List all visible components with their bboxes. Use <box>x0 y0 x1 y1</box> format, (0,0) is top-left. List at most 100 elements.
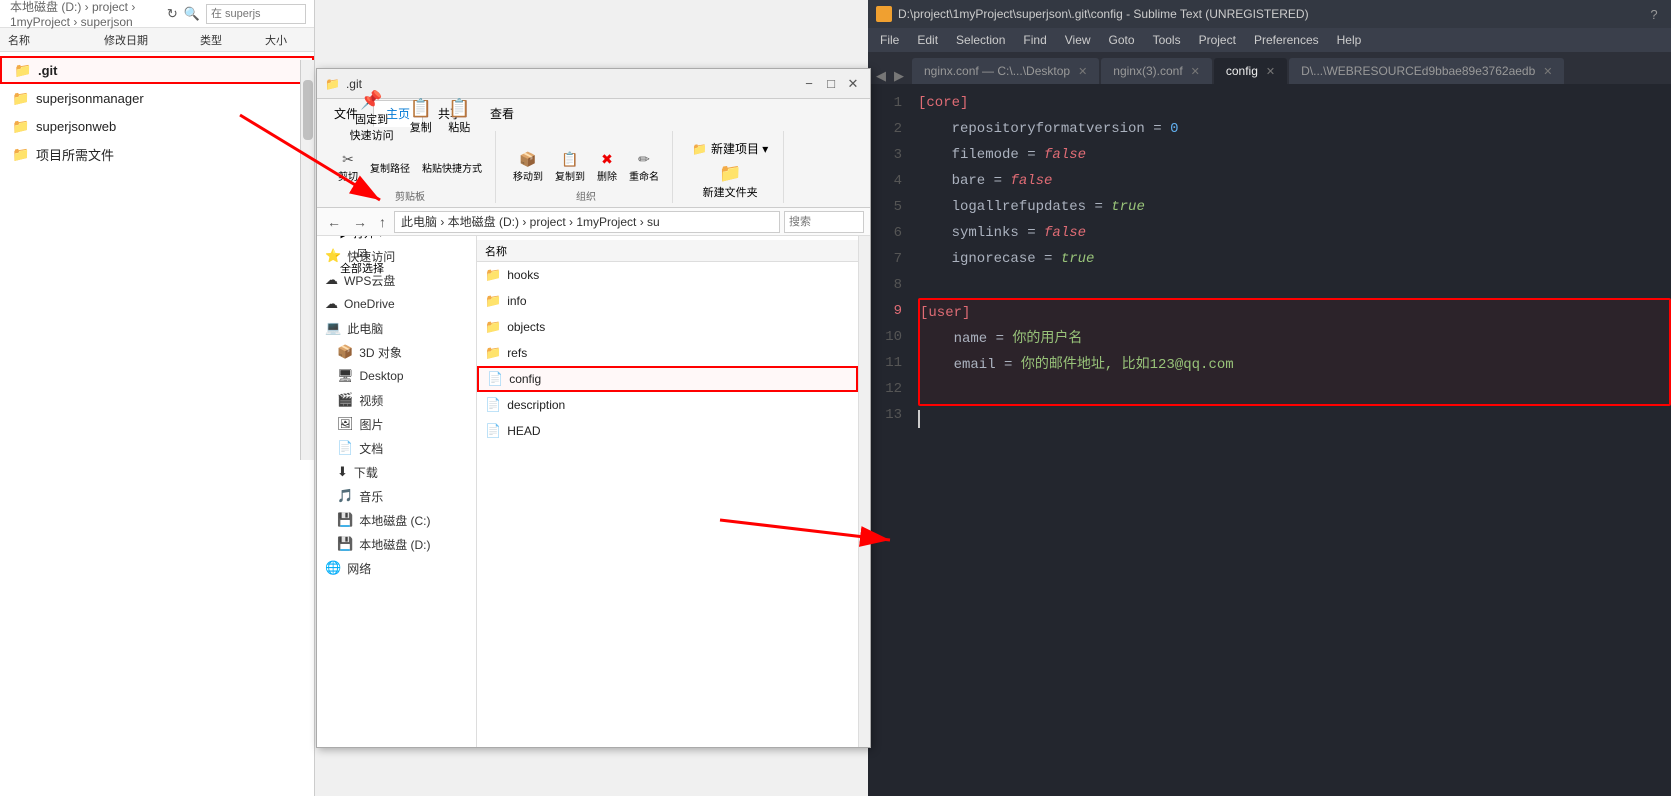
pasteshortcut-button[interactable]: 粘贴快捷方式 <box>417 157 487 178</box>
exp-file-item-head[interactable]: 📄 HEAD <box>477 418 858 444</box>
copyto-label: 复制到 <box>555 168 585 183</box>
bracket: ] <box>962 300 970 326</box>
menu-project[interactable]: Project <box>1191 31 1244 49</box>
editor-content[interactable]: [core] repositoryformatversion = 0 filem… <box>910 84 1671 796</box>
paste-icon: 📋 <box>448 98 470 119</box>
sublime-title: D:\project\1myProject\superjson\.git\con… <box>898 7 1645 21</box>
equals: = <box>1094 194 1111 220</box>
search-icon[interactable]: 🔍 <box>184 6 200 22</box>
sidebar-item-doc[interactable]: 📄 文档 <box>317 436 476 460</box>
tab-nav-left[interactable]: ◀ <box>872 68 890 84</box>
code-line-7: ignorecase = true <box>918 246 1671 272</box>
sidebar-item-desktop[interactable]: 🖥 Desktop <box>317 364 476 388</box>
menu-view[interactable]: View <box>1057 31 1099 49</box>
exp-col-header: 名称 <box>477 240 858 262</box>
tab-close-icon[interactable]: ✕ <box>1543 65 1552 78</box>
menu-help[interactable]: Help <box>1329 31 1370 49</box>
sublime-help-button[interactable]: ? <box>1645 5 1663 23</box>
sidebar-item-picture[interactable]: 🖼 图片 <box>317 412 476 436</box>
nav-breadcrumb[interactable]: 此电脑 › 本地磁盘 (D:) › project › 1myProject ›… <box>394 211 780 233</box>
col-size-header[interactable]: 大小 <box>246 32 306 48</box>
sidebar-item-wpscloud[interactable]: ☁ WPS云盘 <box>317 268 476 292</box>
new-folder-label: 新建文件夹 <box>703 184 758 200</box>
nav-breadcrumb-text: 此电脑 › 本地磁盘 (D:) › project › 1myProject ›… <box>401 213 660 230</box>
tab-close-icon[interactable]: ✕ <box>1078 65 1087 78</box>
exp-file-item-description[interactable]: 📄 description <box>477 392 858 418</box>
exp-file-item-refs[interactable]: 📁 refs <box>477 340 858 366</box>
list-item[interactable]: 📁 .git <box>0 56 314 84</box>
top-breadcrumb[interactable]: 本地磁盘 (D:) › project › 1myProject › super… <box>0 0 314 28</box>
code-key: filemode <box>918 142 1027 168</box>
minimize-button[interactable]: − <box>800 75 818 93</box>
pin-button[interactable]: 📌 固定到 快速访问 <box>343 87 401 146</box>
exp-col-name[interactable]: 名称 <box>485 243 850 259</box>
file-name: refs <box>507 346 850 360</box>
sidebar-item-network[interactable]: 🌐 网络 <box>317 556 476 580</box>
sidebar-item-3d[interactable]: 📦 3D 对象 <box>317 340 476 364</box>
list-item[interactable]: 📁 superjsonweb <box>0 112 314 140</box>
list-item[interactable]: 📁 项目所需文件 <box>0 140 314 168</box>
3d-icon: 📦 <box>337 344 353 360</box>
exp-file-item-hooks[interactable]: 📁 hooks <box>477 262 858 288</box>
sidebar-item-label: WPS云盘 <box>344 272 395 289</box>
sidebar-item-diskc[interactable]: 💾 本地磁盘 (C:) <box>317 508 476 532</box>
sidebar-item-download[interactable]: ⬇ 下载 <box>317 460 476 484</box>
col-type-header[interactable]: 类型 <box>176 32 246 48</box>
close-button[interactable]: ✕ <box>844 75 862 93</box>
tab-close-icon[interactable]: ✕ <box>1266 65 1275 78</box>
forward-arrow[interactable]: → <box>349 214 371 230</box>
list-item[interactable]: 📁 superjsonmanager <box>0 84 314 112</box>
copy-icon: 📋 <box>410 98 432 119</box>
ribbon-tab-view[interactable]: 查看 <box>477 100 527 127</box>
tab-nav-right[interactable]: ▶ <box>890 68 908 84</box>
tab-nginx-conf[interactable]: nginx.conf — C:\...\Desktop ✕ <box>912 58 1099 84</box>
sidebar-item-quickaccess[interactable]: ⭐ 快速访问 <box>317 244 476 268</box>
new-folder-button[interactable]: 📁 新建文件夹 <box>696 160 765 203</box>
tab-close-icon[interactable]: ✕ <box>1191 65 1200 78</box>
menu-find[interactable]: Find <box>1015 31 1054 49</box>
tab-webresource[interactable]: D\...\WEBRESOURCEd9bbae89e3762aedb ✕ <box>1289 58 1564 84</box>
sidebar-item-video[interactable]: 🎬 视频 <box>317 388 476 412</box>
explorer-search-input[interactable] <box>784 211 864 233</box>
exp-file-item-info[interactable]: 📁 info <box>477 288 858 314</box>
cut-button[interactable]: ✂ 剪切 <box>333 148 363 186</box>
new-project-button[interactable]: 📁 新建项目 ▾ <box>685 137 775 160</box>
sidebar-item-diskd[interactable]: 💾 本地磁盘 (D:) <box>317 532 476 556</box>
maximize-button[interactable]: □ <box>822 75 840 93</box>
explorer-scrollbar[interactable] <box>858 236 870 747</box>
copypath-button[interactable]: 复制路径 <box>365 157 415 178</box>
code-val: 你的用户名 <box>1012 326 1082 352</box>
menu-tools[interactable]: Tools <box>1145 31 1189 49</box>
back-arrow[interactable]: ← <box>323 214 345 230</box>
copy-button[interactable]: 📋 复制 <box>403 95 439 138</box>
paste-button[interactable]: 📋 粘贴 <box>441 95 477 138</box>
menu-edit[interactable]: Edit <box>909 31 946 49</box>
menu-selection[interactable]: Selection <box>948 31 1013 49</box>
sidebar-item-label: 音乐 <box>359 488 383 505</box>
up-arrow[interactable]: ↑ <box>375 214 390 230</box>
line-num: 13 <box>868 402 902 428</box>
exp-file-item-objects[interactable]: 📁 objects <box>477 314 858 340</box>
top-search-input[interactable] <box>206 4 306 24</box>
copyto-button[interactable]: 📋 复制到 <box>550 148 590 186</box>
tab-nginx3-conf[interactable]: nginx(3).conf ✕ <box>1101 58 1212 84</box>
exp-file-item-config[interactable]: 📄 config <box>477 366 858 392</box>
ribbon-row: 📌 固定到 快速访问 📋 复制 📋 粘贴 <box>343 87 478 146</box>
col-name-header[interactable]: 名称 <box>8 32 76 48</box>
rename-button[interactable]: ✏ 重命名 <box>624 148 664 186</box>
menu-preferences[interactable]: Preferences <box>1246 31 1327 49</box>
sidebar-item-onedrive[interactable]: ☁ OneDrive <box>317 292 476 316</box>
moveto-button[interactable]: 📦 移动到 <box>508 148 548 186</box>
sidebar-item-thispc[interactable]: 💻 此电脑 <box>317 316 476 340</box>
menu-goto[interactable]: Goto <box>1101 31 1143 49</box>
sublime-editor[interactable]: 1 2 3 4 5 6 7 8 9 10 11 12 13 [core] rep… <box>868 84 1671 796</box>
left-scrollbar[interactable] <box>300 60 314 460</box>
menu-file[interactable]: File <box>872 31 907 49</box>
delete-button[interactable]: ✖ 删除 <box>592 148 622 186</box>
sidebar-item-music[interactable]: 🎵 音乐 <box>317 484 476 508</box>
refresh-icon[interactable]: ↻ <box>167 6 178 22</box>
tab-config[interactable]: config ✕ <box>1214 58 1287 84</box>
new-folder-icon: 📁 <box>719 163 741 184</box>
col-date-header[interactable]: 修改日期 <box>76 32 176 48</box>
moveto-label: 移动到 <box>513 168 543 183</box>
